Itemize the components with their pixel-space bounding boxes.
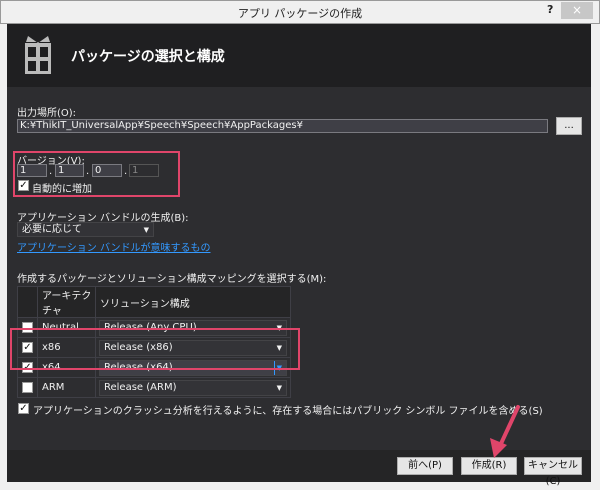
mapping-label: 作成するパッケージとソリューション構成マッピングを選択する(M): [17, 274, 327, 285]
rows-highlight [10, 328, 300, 370]
table-header: アーキテクチャ ソリューション構成 [17, 286, 291, 318]
package-gift-icon [25, 36, 51, 74]
arrow-annotation-icon [490, 405, 520, 458]
auto-increment-checkbox[interactable]: ✓ [18, 180, 29, 191]
window-title: アプリ パッケージの作成 [237, 7, 363, 20]
page-title: パッケージの選択と構成 [71, 49, 225, 65]
help-button[interactable]: ? [547, 3, 553, 16]
close-button[interactable]: × [561, 2, 593, 19]
chevron-down-icon: ▼ [143, 226, 149, 234]
version-dot: . [124, 166, 128, 177]
browse-button[interactable]: ... [556, 117, 582, 135]
config-select[interactable]: Release (ARM) ▼ [99, 379, 287, 396]
row-checkbox[interactable] [22, 382, 33, 393]
table-row: ARM Release (ARM) ▼ [17, 377, 291, 398]
config-value: Release (ARM) [104, 381, 177, 393]
symbols-label: アプリケーションのクラッシュ分析を行えるように、存在する場合にはパブリック シン… [33, 406, 543, 417]
output-path-input[interactable]: K:¥ThikIT_UniversalApp¥Speech¥Speech¥App… [17, 119, 548, 133]
bundle-value: 必要に応じて [22, 224, 82, 235]
cancel-button[interactable]: キャンセル(C) [524, 457, 582, 487]
chevron-down-icon: ▼ [276, 383, 282, 392]
arch-cell: ARM [37, 377, 96, 398]
version-build-input[interactable]: 0 [92, 164, 122, 177]
bundle-info-link[interactable]: アプリケーション バンドルが意味するもの [17, 239, 210, 254]
bundle-select[interactable]: 必要に応じて ▼ [17, 222, 154, 237]
version-minor-input[interactable]: 1 [55, 164, 84, 177]
version-dot: . [49, 166, 53, 177]
auto-increment-label: 自動的に増加 [32, 184, 92, 195]
column-header-config: ソリューション構成 [95, 286, 291, 318]
version-dot: . [86, 166, 90, 177]
prev-button[interactable]: 前へ(P) [397, 457, 453, 475]
column-header-check [17, 286, 38, 318]
symbols-checkbox[interactable]: ✓ [18, 403, 29, 414]
column-header-arch: アーキテクチャ [37, 286, 96, 318]
version-revision-input: 1 [129, 164, 159, 177]
output-label: 出力場所(O): [17, 108, 77, 119]
version-major-input[interactable]: 1 [17, 164, 47, 177]
